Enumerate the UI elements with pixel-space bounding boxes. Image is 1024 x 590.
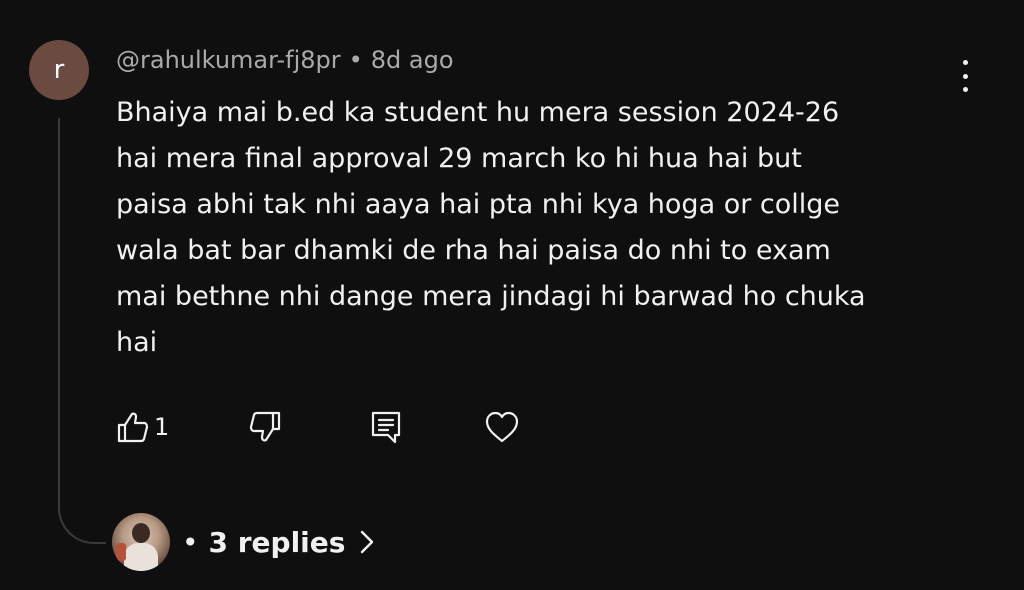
- menu-dot: [962, 73, 968, 79]
- comment-line: mai bethne nhi dange mera jindagi hi bar…: [116, 281, 866, 312]
- thumbs-down-icon: [249, 411, 281, 442]
- replies-separator: •: [182, 525, 199, 559]
- reply-icon: [371, 411, 401, 444]
- thread-connector-line: [58, 118, 106, 544]
- comment-line: hai: [116, 327, 158, 358]
- like-button[interactable]: 1: [112, 404, 169, 450]
- dislike-button[interactable]: [246, 404, 286, 450]
- comment-timestamp[interactable]: 8d ago: [371, 46, 454, 74]
- comment-text: Bhaiya mai b.ed ka student hu mera sessi…: [116, 90, 976, 366]
- replies-count-label: 3 replies: [208, 525, 346, 559]
- comment-line: hai mera final approval 29 march ko hi h…: [116, 143, 802, 174]
- meta-separator: •: [348, 46, 363, 74]
- like-count: 1: [154, 413, 170, 441]
- comment-line: paisa abhi tak nhi aaya hai pta nhi kya …: [116, 189, 841, 220]
- menu-dot: [962, 60, 968, 65]
- thumbs-up-icon: [117, 412, 149, 443]
- avatar-figure-accent: [116, 543, 126, 561]
- comment-thread: r @rahulkumar-fj8pr • 8d ago Bhaiya mai b.…: [0, 0, 1024, 590]
- avatar-figure-head: [132, 523, 150, 543]
- comment-meta: @rahulkumar-fj8pr • 8d ago: [116, 46, 454, 74]
- reply-button[interactable]: [366, 404, 406, 450]
- chevron-right-icon: [359, 529, 375, 555]
- view-replies-button[interactable]: • 3 replies: [112, 512, 375, 572]
- avatar-figure-torso: [124, 543, 158, 571]
- heart-icon: [485, 411, 519, 443]
- author-handle[interactable]: @rahulkumar-fj8pr: [116, 46, 341, 74]
- author-avatar[interactable]: r: [29, 40, 89, 100]
- comment-line: wala bat bar dhamki de rha hai paisa do …: [116, 235, 831, 266]
- comment-line: Bhaiya mai b.ed ka student hu mera sessi…: [116, 97, 840, 128]
- avatar-letter: r: [53, 55, 65, 85]
- heart-button[interactable]: [482, 404, 522, 450]
- reply-author-avatar: [112, 513, 170, 571]
